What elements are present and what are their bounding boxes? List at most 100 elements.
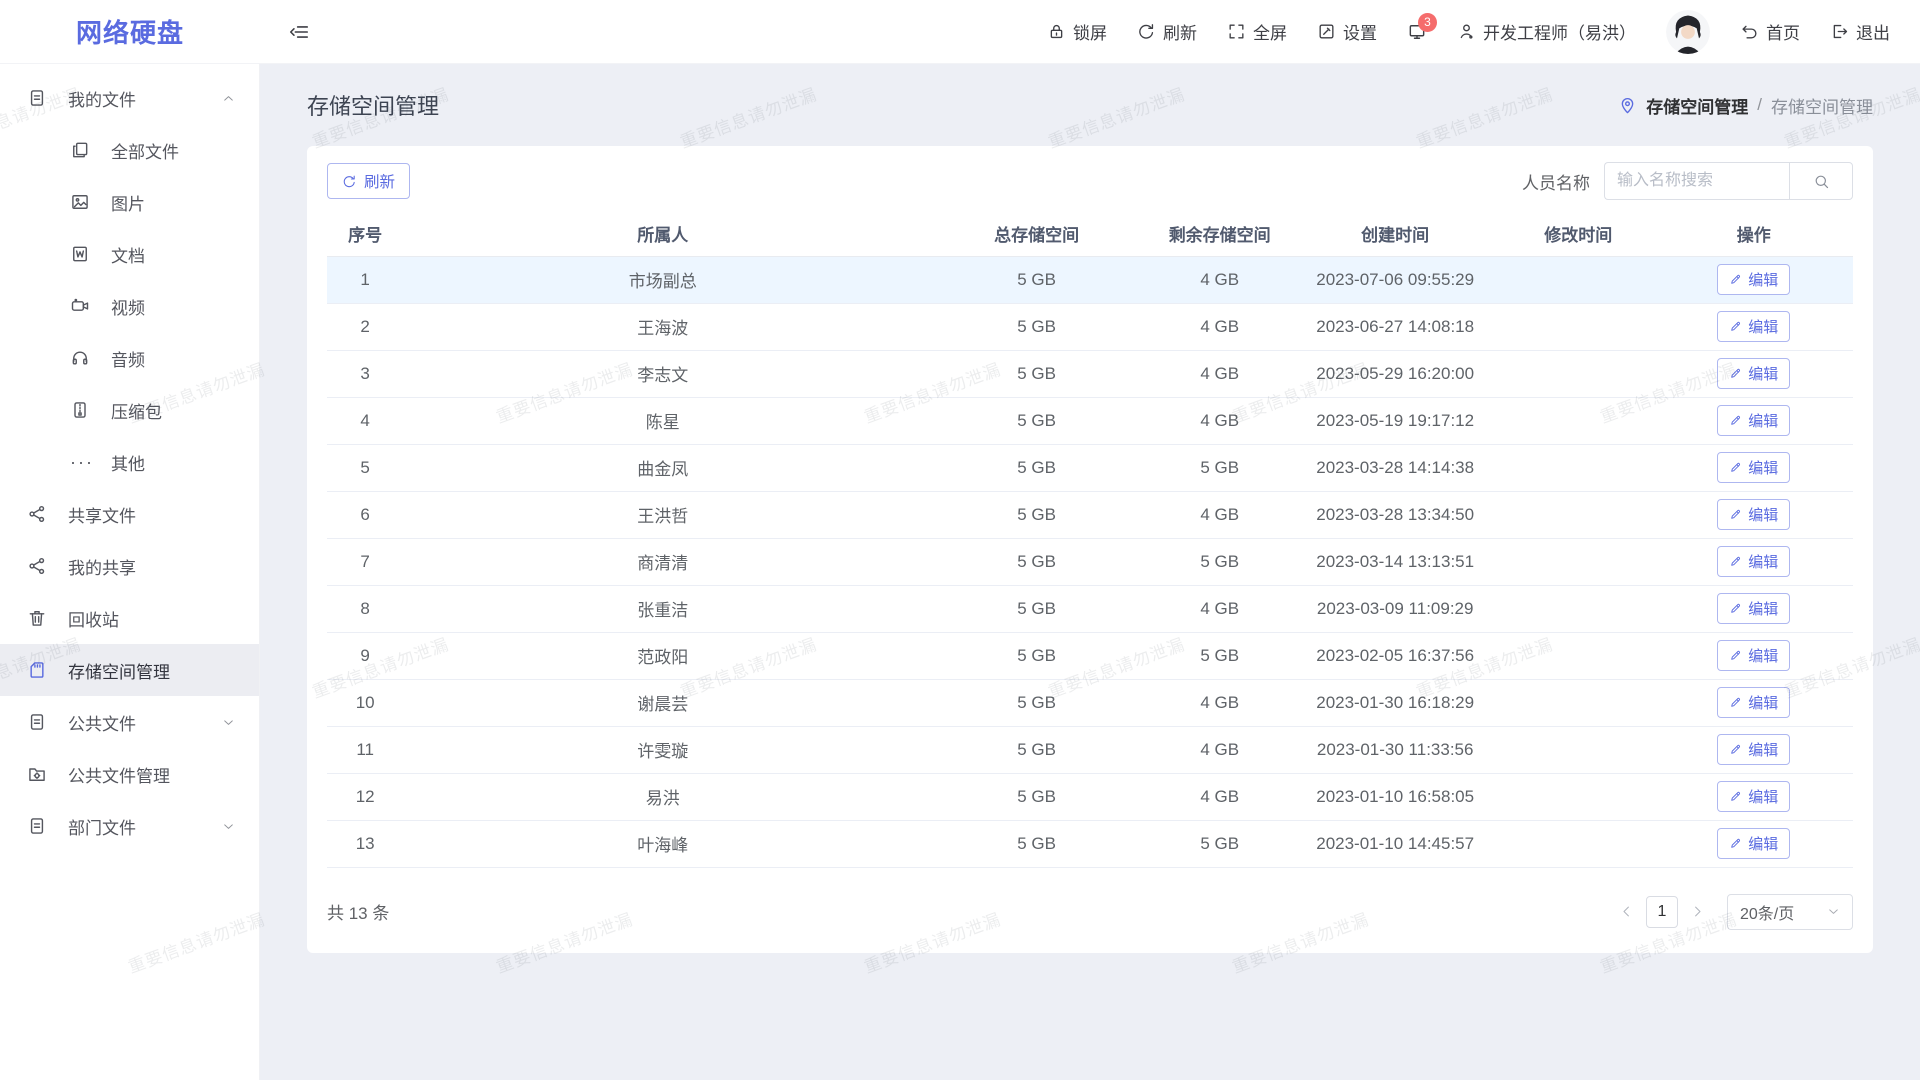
edit-button[interactable]: 编辑 <box>1717 687 1790 718</box>
edit-button[interactable]: 编辑 <box>1717 311 1790 342</box>
cell-modified-time <box>1502 256 1655 303</box>
table-row: 4陈星5 GB4 GB2023-05-19 19:17:12编辑 <box>327 397 1853 444</box>
next-page-button[interactable] <box>1690 904 1705 919</box>
cell-actions: 编辑 <box>1655 773 1853 820</box>
sidebar-item-my-shares[interactable]: 我的共享 <box>0 540 259 592</box>
cell-remaining-storage: 5 GB <box>1151 820 1288 867</box>
search-button[interactable] <box>1789 162 1853 200</box>
sidebar-item-shared-files[interactable]: 共享文件 <box>0 488 259 540</box>
sidebar-item-storage-management[interactable]: 存储空间管理 <box>0 644 259 696</box>
edit-button-label: 编辑 <box>1748 363 1778 384</box>
edit-button[interactable]: 编辑 <box>1717 452 1790 483</box>
sidebar-item-my-files[interactable]: 我的文件 <box>0 72 259 124</box>
edit-button[interactable]: 编辑 <box>1717 593 1790 624</box>
sidebar-item-label: 部门文件 <box>68 814 136 839</box>
notification-badge: 3 <box>1418 13 1437 32</box>
sidebar-item-all-files[interactable]: 全部文件 <box>0 124 259 176</box>
edit-pencil-icon <box>1729 414 1742 427</box>
sidebar-item-label: 视频 <box>111 294 145 319</box>
edit-button[interactable]: 编辑 <box>1717 734 1790 765</box>
refresh-icon <box>1137 22 1156 41</box>
cell-modified-time <box>1502 397 1655 444</box>
top-bar: 网络硬盘 锁屏 刷新 全屏 设置 <box>0 0 1920 64</box>
cell-actions: 编辑 <box>1655 726 1853 773</box>
main-content: 存储空间管理 存储空间管理 / 存储空间管理 刷新 人员名称 <box>260 0 1920 953</box>
search-icon <box>1813 173 1830 190</box>
settings-button[interactable]: 设置 <box>1317 19 1377 44</box>
edit-button[interactable]: 编辑 <box>1717 499 1790 530</box>
cell-index: 9 <box>327 632 403 679</box>
chevron-right-icon <box>1690 904 1705 919</box>
edit-button[interactable]: 编辑 <box>1717 405 1790 436</box>
cell-actions: 编辑 <box>1655 632 1853 679</box>
cell-remaining-storage: 4 GB <box>1151 679 1288 726</box>
table-row: 2王海波5 GB4 GB2023-06-27 14:08:18编辑 <box>327 303 1853 350</box>
edit-pencil-icon <box>1729 837 1742 850</box>
cell-remaining-storage: 4 GB <box>1151 350 1288 397</box>
cell-total-storage: 5 GB <box>922 256 1151 303</box>
sidebar-item-label: 全部文件 <box>111 138 179 163</box>
sidebar-item-public-files-management[interactable]: 公共文件管理 <box>0 748 259 800</box>
cell-modified-time <box>1502 303 1655 350</box>
sidebar-item-department-files[interactable]: 部门文件 <box>0 800 259 852</box>
sidebar-item-images[interactable]: 图片 <box>0 176 259 228</box>
word-doc-icon <box>70 244 90 264</box>
refresh-page-button[interactable]: 刷新 <box>1137 19 1197 44</box>
home-button[interactable]: 首页 <box>1740 19 1800 44</box>
sidebar-item-public-files[interactable]: 公共文件 <box>0 696 259 748</box>
video-camera-icon <box>70 296 90 316</box>
share-icon <box>27 504 47 524</box>
cell-index: 1 <box>327 256 403 303</box>
current-page-button[interactable]: 1 <box>1646 896 1678 928</box>
cell-owner: 商清清 <box>403 538 922 585</box>
table-row: 5曲金凤5 GB5 GB2023-03-28 14:14:38编辑 <box>327 444 1853 491</box>
table-body: 1市场副总5 GB4 GB2023-07-06 09:55:29编辑2王海波5 … <box>327 256 1853 867</box>
table-row: 11许雯璇5 GB4 GB2023-01-30 11:33:56编辑 <box>327 726 1853 773</box>
edit-button-label: 编辑 <box>1748 645 1778 666</box>
user-role-button[interactable]: 开发工程师（易洪） <box>1457 19 1636 44</box>
cell-actions: 编辑 <box>1655 491 1853 538</box>
logout-button[interactable]: 退出 <box>1830 19 1890 44</box>
fullscreen-button[interactable]: 全屏 <box>1227 19 1287 44</box>
collapse-sidebar-button[interactable] <box>288 21 310 43</box>
cell-actions: 编辑 <box>1655 585 1853 632</box>
user-avatar[interactable] <box>1666 10 1710 54</box>
cell-remaining-storage: 4 GB <box>1151 491 1288 538</box>
sidebar-menu: 我的文件 全部文件 图片 文档 视频 <box>0 64 259 852</box>
prev-page-button[interactable] <box>1619 904 1634 919</box>
edit-button[interactable]: 编辑 <box>1717 828 1790 859</box>
sidebar-item-documents[interactable]: 文档 <box>0 228 259 280</box>
share-icon <box>27 556 47 576</box>
sidebar-item-videos[interactable]: 视频 <box>0 280 259 332</box>
breadcrumb-root[interactable]: 存储空间管理 <box>1646 93 1748 118</box>
edit-button[interactable]: 编辑 <box>1717 358 1790 389</box>
cell-owner: 范政阳 <box>403 632 922 679</box>
edit-button[interactable]: 编辑 <box>1717 546 1790 577</box>
lock-screen-label: 锁屏 <box>1073 19 1107 44</box>
sidebar-item-others[interactable]: ··· 其他 <box>0 436 259 488</box>
lock-screen-button[interactable]: 锁屏 <box>1047 19 1107 44</box>
image-icon <box>70 192 90 212</box>
breadcrumb: 存储空间管理 / 存储空间管理 <box>1618 93 1873 118</box>
edit-button-label: 编辑 <box>1748 457 1778 478</box>
chevron-down-icon <box>222 820 235 833</box>
page-size-select[interactable]: 20条/页 <box>1727 894 1853 930</box>
cell-created-time: 2023-03-28 14:14:38 <box>1288 444 1502 491</box>
search-input[interactable] <box>1604 162 1789 200</box>
edit-button[interactable]: 编辑 <box>1717 264 1790 295</box>
sidebar-item-recycle-bin[interactable]: 回收站 <box>0 592 259 644</box>
cell-modified-time <box>1502 585 1655 632</box>
column-header-total-storage: 总存储空间 <box>922 212 1151 256</box>
sidebar-item-archives[interactable]: 压缩包 <box>0 384 259 436</box>
edit-button[interactable]: 编辑 <box>1717 640 1790 671</box>
cell-index: 6 <box>327 491 403 538</box>
cell-created-time: 2023-05-29 16:20:00 <box>1288 350 1502 397</box>
edit-button-label: 编辑 <box>1748 269 1778 290</box>
cell-actions: 编辑 <box>1655 397 1853 444</box>
logout-label: 退出 <box>1856 19 1890 44</box>
refresh-table-button[interactable]: 刷新 <box>327 163 410 199</box>
notification-button[interactable]: 3 <box>1407 22 1427 42</box>
sidebar-item-audio[interactable]: 音频 <box>0 332 259 384</box>
cell-total-storage: 5 GB <box>922 491 1151 538</box>
edit-button[interactable]: 编辑 <box>1717 781 1790 812</box>
